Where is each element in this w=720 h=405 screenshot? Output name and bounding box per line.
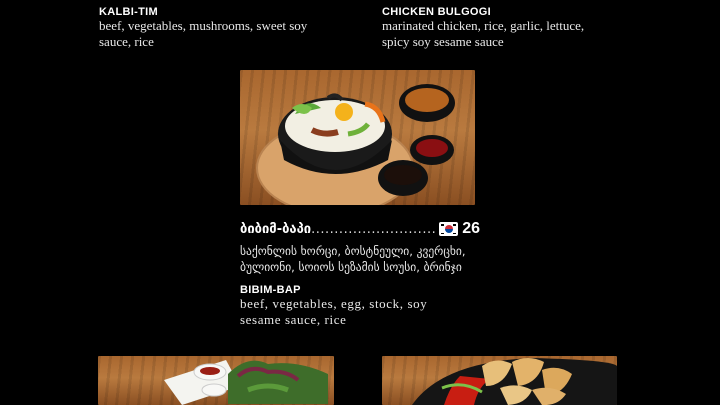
menu-item-kalbi-tim: KALBI-TIM beef, vegetables, mushrooms, s…: [99, 6, 339, 50]
salad-illustration: [164, 360, 328, 405]
item-description: marinated chicken, rice, garlic, lettuce…: [382, 18, 585, 49]
item-description: beef, vegetables, mushrooms, sweet soy s…: [99, 18, 308, 49]
bibimbap-photo: [240, 70, 475, 205]
menu-item-chicken-bulgogi: CHICKEN BULGOGI marinated chicken, rice,…: [382, 6, 622, 50]
item-description: beef, vegetables, egg, stock, soy sesame…: [240, 296, 428, 327]
item-title: CHICKEN BULGOGI: [382, 6, 491, 18]
item-title: BIBIM-BAP: [240, 284, 301, 296]
item-georgian-title: ბიბიმ-ბაპი: [240, 221, 312, 237]
dot-leader: ........................................: [311, 221, 435, 237]
south-korea-flag-icon: [439, 222, 459, 236]
item-title: KALBI-TIM: [99, 6, 158, 18]
menu-item-bibimbap: საქონლის ხორცი, ბოსტნეული, კვერცხი, ბული…: [240, 243, 480, 328]
item-georgian-description: საქონლის ხორცი, ბოსტნეული, კვერცხი, ბული…: [240, 244, 466, 274]
dumplings-illustration: [412, 358, 617, 405]
bibimbap-illustration: [256, 84, 455, 205]
item-price: 26: [462, 220, 480, 237]
bibimbap-price-line: ბიბიმ-ბაპი .............................…: [240, 220, 480, 238]
salad-photo: [98, 356, 334, 405]
dumplings-photo: [382, 356, 617, 405]
